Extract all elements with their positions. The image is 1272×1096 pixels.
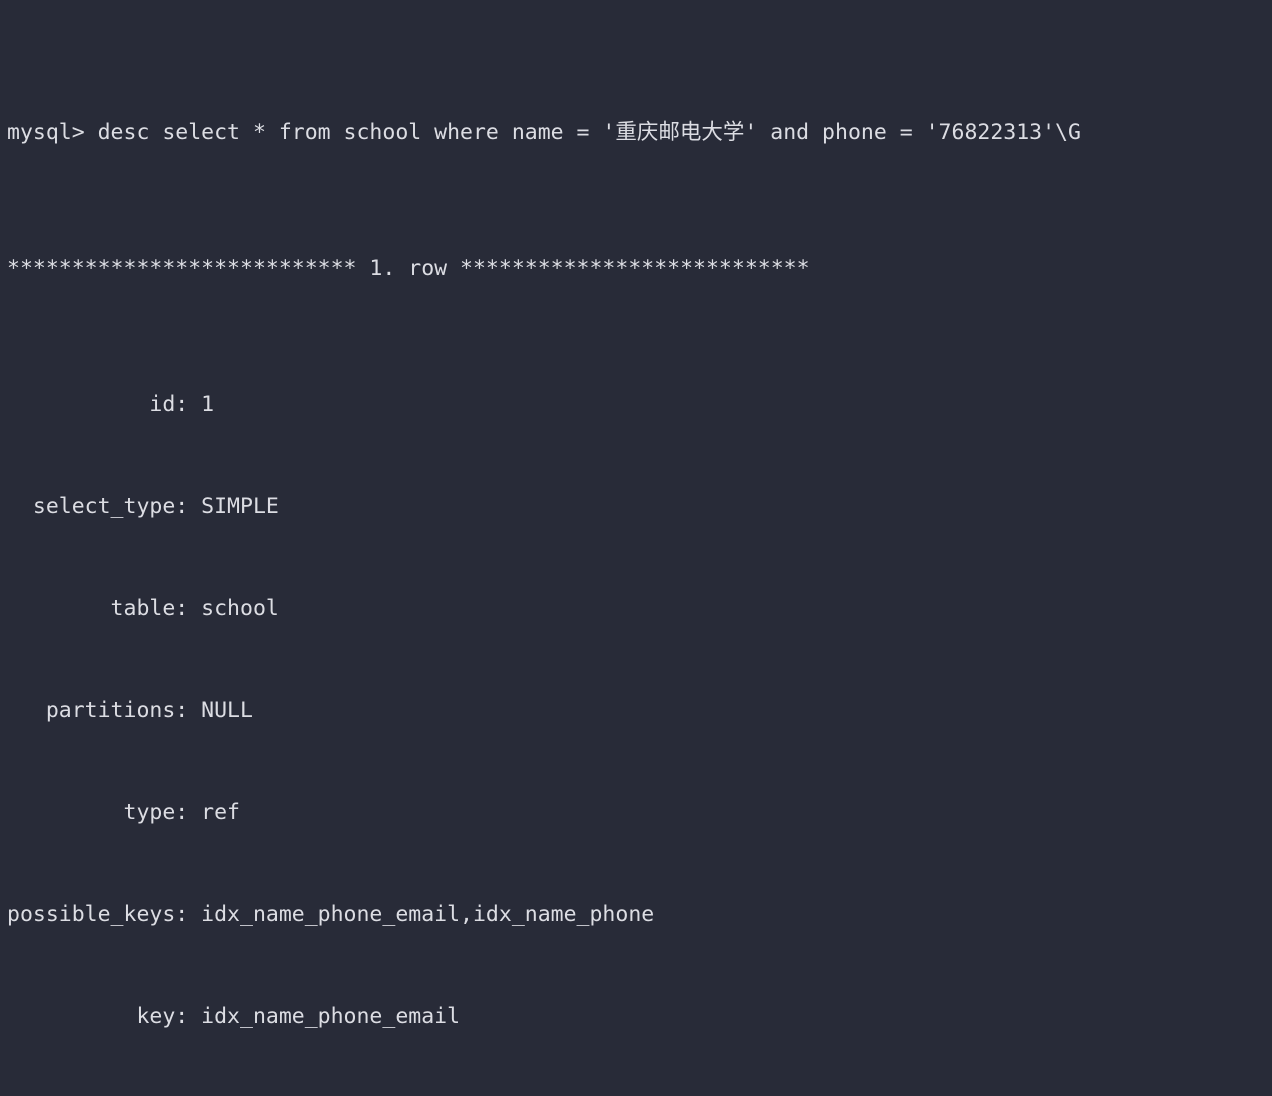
command-text-cjk-literal: 重庆邮电大学	[615, 120, 745, 145]
result-row-partitions: partitions: NULL	[7, 698, 253, 723]
result-row-id: id: 1	[7, 392, 215, 417]
result-row-possible_keys: possible_keys: idx_name_phone_email,idx_…	[7, 902, 655, 927]
command-text-after-cjk: ' and phone = '76822313'\G	[744, 120, 1081, 145]
result-row-table: table: school	[7, 596, 279, 621]
command-line: mysql> desc select * from school where n…	[7, 116, 1272, 150]
result-row-key: key: idx_name_phone_email	[7, 1004, 461, 1029]
row-separator: *************************** 1. row *****…	[7, 256, 810, 281]
result-row-type: type: ref	[7, 800, 240, 825]
command-text-before-cjk: desc select * from school where name = '	[97, 120, 616, 145]
result-row-select_type: select_type: SIMPLE	[7, 494, 279, 519]
terminal-output[interactable]: mysql> desc select * from school where n…	[0, 0, 1272, 1029]
mysql-prompt: mysql>	[7, 120, 98, 145]
